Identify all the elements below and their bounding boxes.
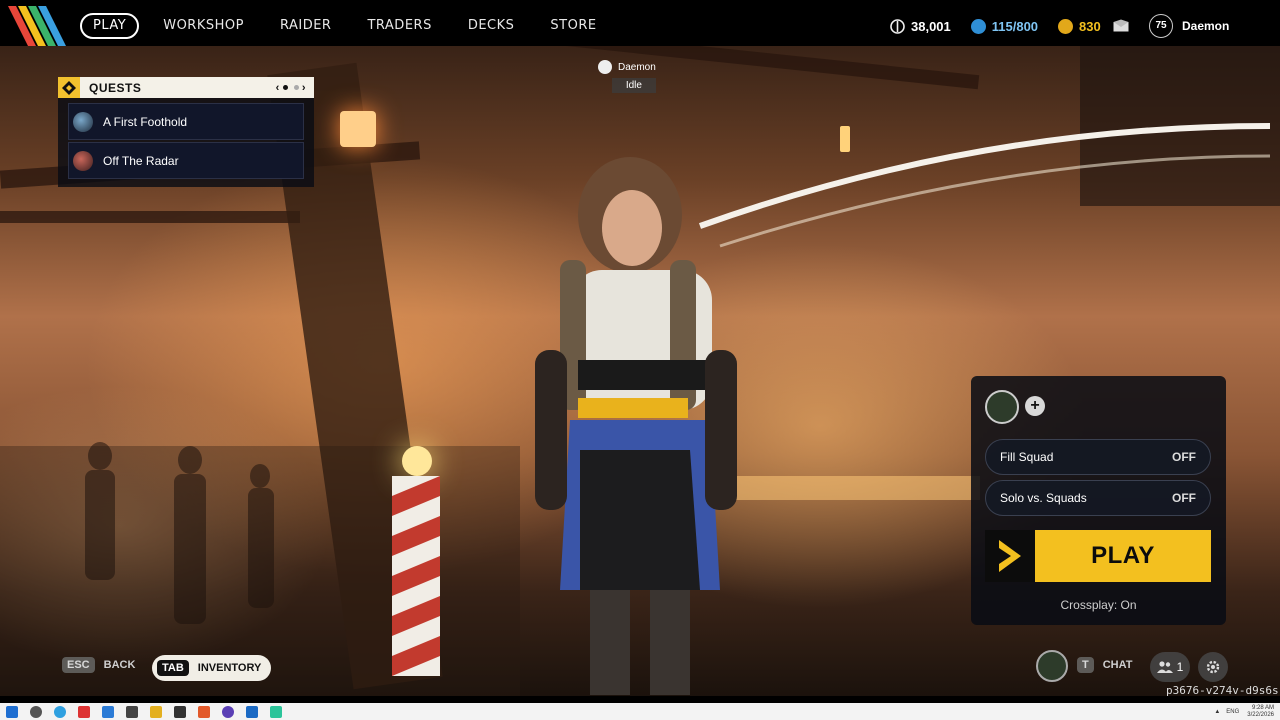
raider-character — [535, 157, 737, 695]
quest-item[interactable]: A First Foothold — [68, 103, 304, 140]
quest-thumbnail-icon — [73, 111, 93, 132]
chevron-up-icon[interactable]: ▲ — [1214, 709, 1220, 715]
gear-icon — [1206, 660, 1220, 674]
raider-token-icon — [1058, 18, 1074, 34]
crown-icon — [598, 60, 612, 74]
squad-leader-avatar[interactable] — [985, 390, 1019, 424]
top-navigation-bar: PLAY WORKSHOP RAIDER TRADERS DECKS STORE… — [0, 6, 1280, 46]
tokens-value: 115/800 — [991, 18, 1039, 34]
quest-label: A First Foothold — [103, 114, 188, 129]
folder-icon[interactable] — [150, 705, 162, 718]
solo-vs-squads-label: Solo vs. Squads — [1000, 491, 1087, 505]
brave-icon[interactable] — [198, 705, 210, 718]
nav-tab-play[interactable]: PLAY — [80, 13, 140, 39]
nav-tab-decks[interactable]: DECKS — [456, 13, 527, 39]
quests-list: A First Foothold Off The Radar — [58, 98, 314, 187]
chevron-right-icon[interactable]: › — [302, 82, 306, 94]
play-button-label: PLAY — [1091, 542, 1155, 569]
taskbar-clock[interactable]: 9:28 AM 3/22/2026 — [1247, 705, 1274, 719]
chevron-left-icon[interactable]: ‹ — [276, 82, 280, 94]
warning-post-decoration — [392, 476, 440, 676]
app-icon[interactable] — [78, 705, 90, 718]
back-label: BACK — [103, 659, 136, 671]
player-level-badge: 75 — [1149, 14, 1173, 38]
nameplate-status: Idle — [612, 78, 656, 93]
system-tray: ▲ ENG 9:28 AM 3/22/2026 — [1208, 703, 1274, 720]
quests-panel: QUESTS ‹ › A First Foothold Off The Rada… — [58, 77, 314, 191]
add-squad-member-button[interactable]: + — [1025, 396, 1045, 416]
friends-icon — [1156, 661, 1173, 673]
play-chevron-icon — [985, 530, 1035, 582]
player-username[interactable]: Daemon — [1182, 19, 1229, 33]
back-hint[interactable]: ESC BACK — [62, 657, 135, 673]
main-nav: PLAY WORKSHOP RAIDER TRADERS DECKS STORE — [80, 13, 621, 39]
start-icon[interactable] — [6, 705, 18, 718]
terminal-icon[interactable] — [174, 705, 186, 718]
store-icon[interactable] — [102, 705, 114, 718]
nav-tab-raider[interactable]: RAIDER — [268, 13, 344, 39]
t-key: T — [1077, 657, 1094, 673]
quest-item[interactable]: Off The Radar — [68, 142, 304, 179]
quests-title: QUESTS — [89, 80, 142, 95]
raider-tokens-counter[interactable]: 830 — [1058, 18, 1101, 34]
language-indicator[interactable]: ENG — [1226, 709, 1239, 715]
nav-tab-workshop[interactable]: WORKSHOP — [151, 13, 256, 39]
coins-value: 38,001 — [911, 18, 951, 34]
quest-thumbnail-icon — [73, 150, 93, 171]
neon-ring-decoration — [698, 123, 1271, 248]
nav-tab-traders[interactable]: TRADERS — [355, 13, 443, 39]
app-icon[interactable] — [222, 705, 234, 718]
quest-diamond-icon — [58, 77, 80, 98]
build-id-text: p3676-v274v-d9s6s — [1166, 684, 1279, 697]
raider-tokens-value: 830 — [1079, 18, 1101, 34]
token-icon — [970, 18, 986, 34]
quests-pager: ‹ › — [276, 82, 306, 94]
mail-icon[interactable] — [1113, 19, 1129, 32]
quest-label: Off The Radar — [103, 153, 179, 168]
game-logo-stripes — [8, 6, 66, 46]
crossplay-status: Crossplay: On — [1060, 598, 1137, 612]
nameplate-name: Daemon — [618, 61, 656, 73]
vscode-icon[interactable] — [246, 705, 258, 718]
pager-dot[interactable] — [293, 85, 299, 90]
tab-key: TAB — [157, 660, 189, 676]
nav-tab-store[interactable]: STORE — [538, 13, 608, 39]
player-nameplate: Daemon Idle — [598, 60, 656, 93]
fill-squad-toggle[interactable]: Fill Squad OFF — [985, 439, 1211, 475]
play-panel: + Fill Squad OFF Solo vs. Squads OFF PLA… — [971, 376, 1226, 625]
fill-squad-state: OFF — [1172, 450, 1196, 464]
party-avatar[interactable] — [1036, 650, 1068, 682]
esc-key: ESC — [62, 657, 95, 673]
pager-dot-active[interactable] — [282, 85, 288, 90]
chat-hint[interactable]: T CHAT — [1077, 657, 1132, 673]
edge-icon[interactable] — [54, 705, 66, 718]
coin-icon — [890, 18, 905, 34]
search-icon[interactable] — [30, 705, 42, 718]
clock-date: 3/22/2026 — [1247, 711, 1274, 718]
play-button[interactable]: PLAY — [985, 530, 1211, 582]
fill-squad-label: Fill Squad — [1000, 450, 1054, 464]
friends-button[interactable]: 1 — [1150, 652, 1190, 682]
inventory-hint[interactable]: TAB INVENTORY — [152, 655, 272, 681]
tokens-counter[interactable]: 115/800 — [970, 18, 1039, 34]
solo-vs-squads-state: OFF — [1172, 491, 1196, 505]
background-npcs — [85, 442, 274, 624]
solo-vs-squads-toggle[interactable]: Solo vs. Squads OFF — [985, 480, 1211, 516]
currency-display: 38,001 115/800 830 — [890, 6, 1121, 46]
windows-taskbar: ▲ ENG 9:28 AM 3/22/2026 — [0, 703, 1280, 720]
quests-header: QUESTS ‹ › — [58, 77, 314, 98]
settings-button[interactable] — [1198, 652, 1228, 682]
clock-time: 9:28 AM — [1251, 704, 1274, 711]
app-icon[interactable] — [126, 705, 138, 718]
game-app-icon[interactable] — [270, 705, 282, 718]
coins-counter[interactable]: 38,001 — [890, 19, 951, 34]
friends-count: 1 — [1176, 660, 1184, 674]
inventory-label: INVENTORY — [197, 662, 262, 674]
chat-label: CHAT — [1102, 659, 1133, 671]
